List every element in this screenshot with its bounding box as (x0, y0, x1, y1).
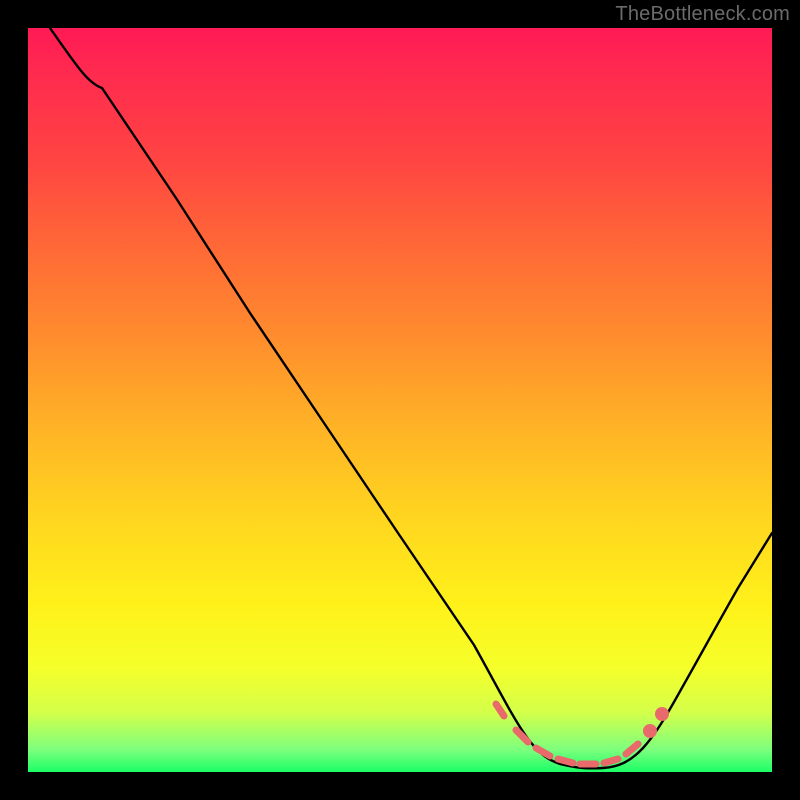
marker-dash (496, 704, 504, 716)
watermark-label: TheBottleneck.com (615, 3, 790, 26)
marker-group (496, 704, 666, 764)
chart-frame: TheBottleneck.com (0, 0, 800, 800)
plot-area (28, 28, 772, 772)
marker-dash (604, 759, 618, 763)
marker-dash (536, 748, 550, 756)
marker-dot (659, 711, 666, 718)
marker-dash (626, 744, 638, 754)
marker-dot (647, 728, 654, 735)
marker-dash (516, 730, 528, 742)
marker-dash (558, 759, 573, 763)
optimum-markers (28, 28, 772, 772)
